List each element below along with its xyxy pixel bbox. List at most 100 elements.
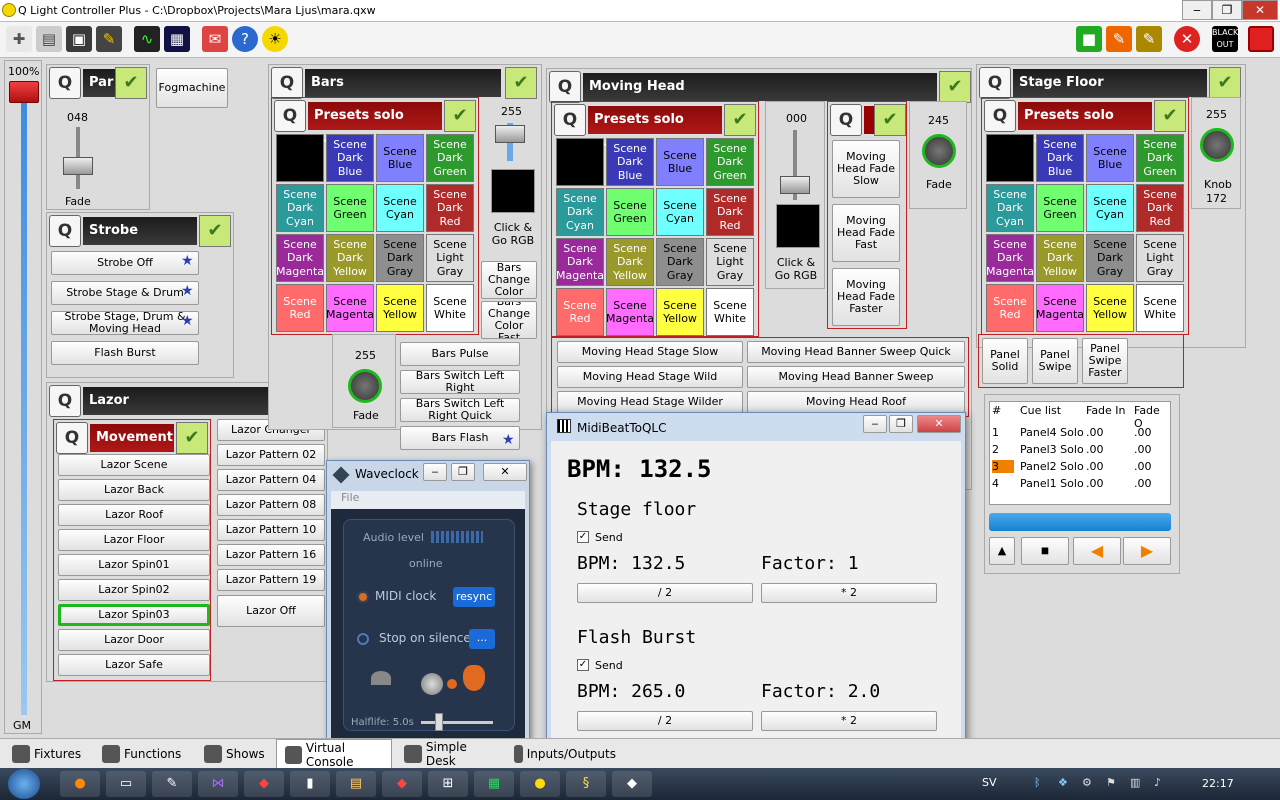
midibeat-maximize-icon[interactable]: ❐ xyxy=(889,415,913,433)
cue-cell[interactable]: .00 xyxy=(1086,443,1104,456)
bars-scene-button[interactable]: Scene Green xyxy=(326,184,374,232)
sf-scene-button[interactable]: Scene Dark Magenta xyxy=(986,234,1034,282)
lazor-movement-button[interactable]: Lazor Door xyxy=(58,629,210,651)
waveclock-close-icon[interactable]: ✕ xyxy=(483,463,527,481)
cuelist-previous-icon[interactable]: ◀ xyxy=(1073,537,1121,565)
lazor-movement-button[interactable]: Lazor Back xyxy=(58,479,210,501)
bars-scene-button[interactable]: Scene White xyxy=(426,284,474,332)
strobe-check-icon[interactable]: ✔ xyxy=(199,215,231,247)
monitor-icon[interactable]: ∿ xyxy=(134,26,160,52)
start-button[interactable] xyxy=(8,769,40,799)
python-icon[interactable]: § xyxy=(566,771,606,797)
sf-panel-button[interactable]: Panel Swipe Faster xyxy=(1082,338,1128,384)
sf-scene-button[interactable] xyxy=(986,134,1034,182)
sf-panel-button[interactable]: Panel Solid xyxy=(982,338,1028,384)
strobe-button[interactable]: Strobe Off xyxy=(51,251,199,275)
tab-shows[interactable]: Shows xyxy=(196,739,270,769)
mh-scene-button[interactable]: Scene Magenta xyxy=(606,288,654,336)
mh-fader-handle[interactable] xyxy=(780,176,810,194)
sf-scene-button[interactable]: Scene Light Gray xyxy=(1136,234,1184,282)
palette-icon[interactable]: ✎ xyxy=(1106,26,1132,52)
bars-scene-button[interactable]: Scene Yellow xyxy=(376,284,424,332)
bars-scene-button[interactable]: Scene Red xyxy=(276,284,324,332)
cuelist-next-icon[interactable]: ▶ xyxy=(1123,537,1171,565)
mh-scene-button[interactable]: Scene Red xyxy=(556,288,604,336)
mh-scene-button[interactable]: Scene Cyan xyxy=(656,188,704,236)
sf-knob[interactable] xyxy=(1200,128,1234,162)
half-button[interactable]: / 2 xyxy=(577,583,753,603)
tab-simple-desk[interactable]: Simple Desk xyxy=(396,739,500,769)
bars-scene-button[interactable]: Scene Dark Cyan xyxy=(276,184,324,232)
network-icon[interactable]: ⊞ xyxy=(428,771,468,797)
waveclock-maximize-icon[interactable]: ❐ xyxy=(451,463,475,481)
mh-fade-check-icon[interactable]: ✔ xyxy=(874,104,906,136)
mh-scene-button[interactable]: Scene Yellow xyxy=(656,288,704,336)
strobe-button[interactable]: Strobe Stage, Drum & Moving Head xyxy=(51,311,199,335)
midibeat-minimize-icon[interactable]: ‒ xyxy=(863,415,887,433)
mh-presets-enable-button[interactable]: Q xyxy=(554,104,586,136)
dropbox-icon[interactable]: ❖ xyxy=(1058,776,1068,789)
minimize-icon[interactable]: ‒ xyxy=(1182,0,1212,20)
tab-virtual-console[interactable]: Virtual Console xyxy=(276,739,392,769)
bars-change-color-fast-button[interactable]: Bars Change Color Fast xyxy=(481,301,537,339)
bars-scene-button[interactable]: Scene Dark Yellow xyxy=(326,234,374,282)
about-icon[interactable]: ☀ xyxy=(262,26,288,52)
bars-effect-button[interactable]: Bars Switch Left Right Quick xyxy=(400,398,520,422)
stop-silence-button[interactable]: ... xyxy=(469,629,495,649)
cue-cell[interactable]: .00 xyxy=(1134,460,1152,473)
double-button[interactable]: * 2 xyxy=(761,583,937,603)
maximize-icon[interactable]: ❐ xyxy=(1212,0,1242,20)
cuelist-stop-icon[interactable]: ⏹ xyxy=(1021,537,1069,565)
cue-cell[interactable]: .00 xyxy=(1134,477,1152,490)
sf-scene-button[interactable]: Scene Dark Blue xyxy=(1036,134,1084,182)
sf-scene-button[interactable]: Scene Green xyxy=(1036,184,1084,232)
waveclock-minimize-icon[interactable]: ‒ xyxy=(423,463,447,481)
lazor-off-button[interactable]: Lazor Off xyxy=(217,595,325,627)
dmx-icon[interactable]: ▦ xyxy=(164,26,190,52)
cue-cell[interactable]: 3 xyxy=(992,460,1014,473)
pencil-icon[interactable]: ✎ xyxy=(1136,26,1162,52)
midi-clock-radio[interactable] xyxy=(357,591,369,603)
explorer-icon[interactable]: ▤ xyxy=(336,771,376,797)
address-tool-icon[interactable]: ✉ xyxy=(202,26,228,52)
mh-color-swatch[interactable] xyxy=(776,204,820,248)
cue-cell[interactable]: .00 xyxy=(1086,460,1104,473)
bluetooth-icon[interactable]: ᛒ xyxy=(1034,776,1041,789)
cue-cell[interactable]: .00 xyxy=(1134,426,1152,439)
double-button[interactable]: * 2 xyxy=(761,711,937,731)
bars-change-color-button[interactable]: Bars Change Color xyxy=(481,261,537,299)
mh-scene-button[interactable]: Scene Light Gray xyxy=(706,238,754,286)
mh-stage-button[interactable]: Moving Head Stage Slow xyxy=(557,341,743,363)
lazor-enable-button[interactable]: Q xyxy=(49,385,81,417)
new-workspace-icon[interactable]: ✚ xyxy=(6,26,32,52)
edit-mode-icon[interactable]: ✎ xyxy=(96,26,122,52)
cue-cell[interactable]: 1 xyxy=(992,426,999,439)
excel-icon[interactable]: ▦ xyxy=(474,771,514,797)
mh-fade-button[interactable]: Moving Head Fade Fast xyxy=(832,204,900,262)
lazor-movement-button[interactable]: Lazor Scene xyxy=(58,454,210,476)
mh-fade-enable-button[interactable]: Q xyxy=(830,104,862,136)
mh-stage-button[interactable]: Moving Head Stage Wilder xyxy=(557,391,743,413)
send-checkbox[interactable]: ✓ xyxy=(577,531,589,543)
mh-stage-button[interactable]: Moving Head Stage Wild xyxy=(557,366,743,388)
bars-effect-button[interactable]: Bars Switch Left Right xyxy=(400,370,520,394)
lazor-movement-button[interactable]: Lazor Roof xyxy=(58,504,210,526)
cue-cell[interactable]: .00 xyxy=(1086,426,1104,439)
network-tray-icon[interactable]: ▥ xyxy=(1130,776,1140,789)
mh-banner-button[interactable]: Moving Head Banner Sweep xyxy=(747,366,965,388)
sf-panel-button[interactable]: Panel Swipe xyxy=(1032,338,1078,384)
bars-presets-check-icon[interactable]: ✔ xyxy=(444,100,476,132)
tab-functions[interactable]: Functions xyxy=(94,739,190,769)
sf-scene-button[interactable]: Scene Dark Gray xyxy=(1086,234,1134,282)
bars-scene-button[interactable] xyxy=(276,134,324,182)
sf-scene-button[interactable]: Scene Dark Cyan xyxy=(986,184,1034,232)
close-icon[interactable]: ✕ xyxy=(1242,0,1278,20)
help-icon[interactable]: ? xyxy=(232,26,258,52)
resync-button[interactable]: resync xyxy=(453,587,495,607)
sf-scene-button[interactable]: Scene Dark Yellow xyxy=(1036,234,1084,282)
cue-cell[interactable]: Panel3 Solo xyxy=(1020,443,1084,456)
cue-cell[interactable]: .00 xyxy=(1134,443,1152,456)
lazor-pattern-button[interactable]: Lazor Pattern 10 xyxy=(217,519,325,541)
tab-fixtures[interactable]: Fixtures xyxy=(4,739,90,769)
sf-scene-button[interactable]: Scene Dark Green xyxy=(1136,134,1184,182)
